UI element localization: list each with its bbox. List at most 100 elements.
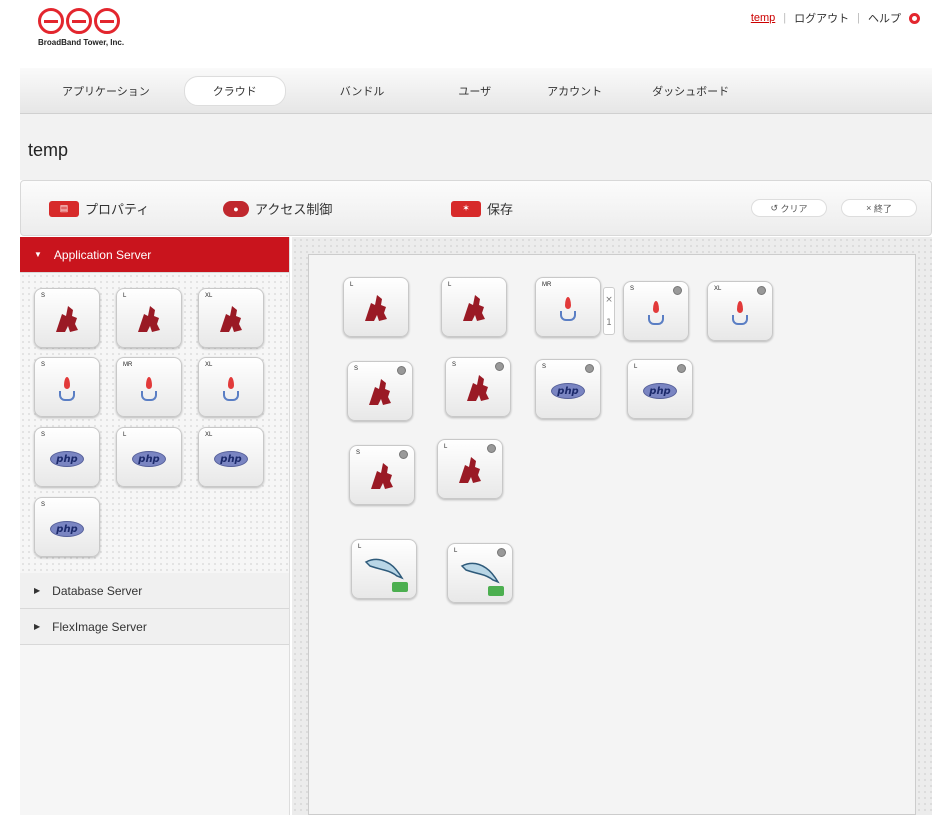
canvas-node-php[interactable]: Lphp bbox=[627, 359, 693, 419]
chevron-right-icon: ▶ bbox=[34, 622, 41, 631]
php-icon: php bbox=[50, 521, 84, 538]
size-label: XL bbox=[205, 432, 213, 438]
remove-node-button[interactable]: × bbox=[605, 295, 613, 305]
instance-count[interactable]: 1 bbox=[606, 318, 612, 328]
size-label: S bbox=[630, 286, 635, 292]
size-label: L bbox=[358, 544, 362, 550]
tab-dashboard[interactable]: ダッシュボード bbox=[636, 77, 745, 105]
canvas-node-php[interactable]: Sphp bbox=[535, 359, 601, 419]
palette-item-java[interactable]: S bbox=[34, 357, 100, 417]
close-icon: × bbox=[866, 203, 874, 213]
logout-link[interactable]: ログアウト bbox=[794, 10, 849, 26]
save-label: 保存 bbox=[487, 202, 514, 217]
toolbar: ▤ プロパティ ● アクセス制御 ✶ 保存 ↺ クリア × 終了 bbox=[20, 180, 932, 236]
palette-item-ruby[interactable]: S bbox=[34, 288, 100, 348]
ruby-icon bbox=[362, 291, 390, 327]
ruby-icon bbox=[368, 459, 396, 495]
size-label: XL bbox=[205, 293, 213, 299]
php-icon: php bbox=[551, 383, 585, 400]
palette-item-php[interactable]: Sphp bbox=[34, 427, 100, 487]
size-label: XL bbox=[205, 362, 213, 368]
tab-cloud[interactable]: クラウド bbox=[183, 75, 286, 106]
section-label: Database Server bbox=[52, 583, 143, 598]
lock-icon: ● bbox=[223, 200, 249, 217]
ruby-icon bbox=[366, 375, 394, 411]
canvas-node-ruby[interactable]: S bbox=[445, 357, 511, 417]
status-indicator bbox=[757, 286, 766, 295]
palette-item-php[interactable]: Lphp bbox=[116, 427, 182, 487]
java-icon bbox=[223, 377, 239, 402]
size-label: L bbox=[444, 444, 448, 450]
tab-applications[interactable]: アプリケーション bbox=[46, 77, 166, 105]
title-bar: temp bbox=[20, 114, 932, 180]
java-icon bbox=[141, 377, 157, 402]
tab-user[interactable]: ユーザ bbox=[442, 77, 507, 105]
tab-account[interactable]: アカウント bbox=[531, 77, 618, 105]
page-title: temp bbox=[28, 140, 69, 160]
section-fleximage-server[interactable]: ▶ FlexImage Server bbox=[20, 609, 289, 645]
node-controls: × 1 bbox=[603, 287, 615, 335]
size-label: S bbox=[41, 293, 46, 299]
java-icon bbox=[648, 301, 664, 326]
size-label: S bbox=[542, 364, 547, 370]
palette-item-ruby[interactable]: L bbox=[116, 288, 182, 348]
user-link[interactable]: temp bbox=[751, 12, 775, 24]
status-indicator bbox=[677, 364, 686, 373]
separator: | bbox=[783, 12, 787, 24]
exit-button[interactable]: × 終了 bbox=[841, 199, 917, 217]
properties-label: プロパティ bbox=[85, 202, 150, 217]
help-icon[interactable] bbox=[909, 12, 920, 24]
palette-item-ruby[interactable]: XL bbox=[198, 288, 264, 348]
canvas-node-ruby[interactable]: L bbox=[343, 277, 409, 337]
canvas-node-mysql[interactable]: L bbox=[447, 543, 513, 603]
tab-bundle[interactable]: バンドル bbox=[324, 77, 401, 105]
section-label: Application Server bbox=[53, 247, 152, 262]
chevron-down-icon: ▼ bbox=[34, 250, 42, 259]
size-label: L bbox=[448, 282, 452, 288]
size-label: L bbox=[634, 364, 638, 370]
size-label: L bbox=[123, 432, 127, 438]
design-area: L L MR S XL S S Sphp Lphp S L L L × 1 bbox=[292, 237, 932, 815]
section-database-server[interactable]: ▶ Database Server bbox=[20, 573, 289, 609]
size-label: S bbox=[354, 366, 359, 372]
php-icon: php bbox=[132, 451, 166, 468]
canvas-node-ruby[interactable]: L bbox=[441, 277, 507, 337]
size-label: S bbox=[41, 502, 46, 508]
section-label: FlexImage Server bbox=[52, 619, 147, 634]
section-application-server[interactable]: ▼ Application Server bbox=[20, 237, 289, 273]
badge-icon bbox=[392, 582, 408, 592]
clear-label: クリア bbox=[780, 203, 808, 214]
company-name: BroadBand Tower, Inc. bbox=[38, 38, 125, 47]
palette-item-php[interactable]: Sphp bbox=[34, 497, 100, 557]
main-nav: アプリケーション クラウド バンドル ユーザ アカウント ダッシュボード bbox=[20, 68, 932, 114]
status-indicator bbox=[673, 286, 682, 295]
palette-item-java[interactable]: MR bbox=[116, 357, 182, 417]
size-label: S bbox=[356, 450, 361, 456]
size-label: MR bbox=[542, 282, 552, 288]
canvas-node-ruby[interactable]: S bbox=[347, 361, 413, 421]
java-icon bbox=[560, 297, 576, 322]
status-indicator bbox=[585, 364, 594, 373]
canvas-node-ruby[interactable]: L bbox=[437, 439, 503, 499]
help-link[interactable]: ヘルプ bbox=[868, 10, 901, 26]
canvas-node-java[interactable]: MR bbox=[535, 277, 601, 337]
size-label: S bbox=[41, 362, 46, 368]
company-logo[interactable]: BroadBand Tower, Inc. bbox=[38, 8, 158, 60]
java-icon bbox=[732, 301, 748, 326]
palette-item-java[interactable]: XL bbox=[198, 357, 264, 417]
design-canvas[interactable]: L L MR S XL S S Sphp Lphp S L L L × 1 bbox=[308, 254, 916, 815]
canvas-node-java[interactable]: S bbox=[623, 281, 689, 341]
clear-button[interactable]: ↺ クリア bbox=[751, 199, 827, 217]
component-palette: ▼ Application Server S L XL S MR XL Sphp Lphp XL… bbox=[20, 237, 290, 815]
properties-button[interactable]: ▤ プロパティ bbox=[49, 199, 149, 218]
save-icon: ✶ bbox=[451, 200, 481, 217]
access-control-button[interactable]: ● アクセス制御 bbox=[223, 199, 332, 218]
clear-icon: ↺ bbox=[770, 202, 781, 213]
canvas-node-ruby[interactable]: S bbox=[349, 445, 415, 505]
canvas-node-java[interactable]: XL bbox=[707, 281, 773, 341]
ruby-icon bbox=[456, 453, 484, 489]
save-button[interactable]: ✶ 保存 bbox=[451, 199, 513, 218]
palette-item-php[interactable]: XL php bbox=[198, 427, 264, 487]
canvas-node-mysql[interactable]: L bbox=[351, 539, 417, 599]
size-label: L bbox=[454, 548, 458, 554]
